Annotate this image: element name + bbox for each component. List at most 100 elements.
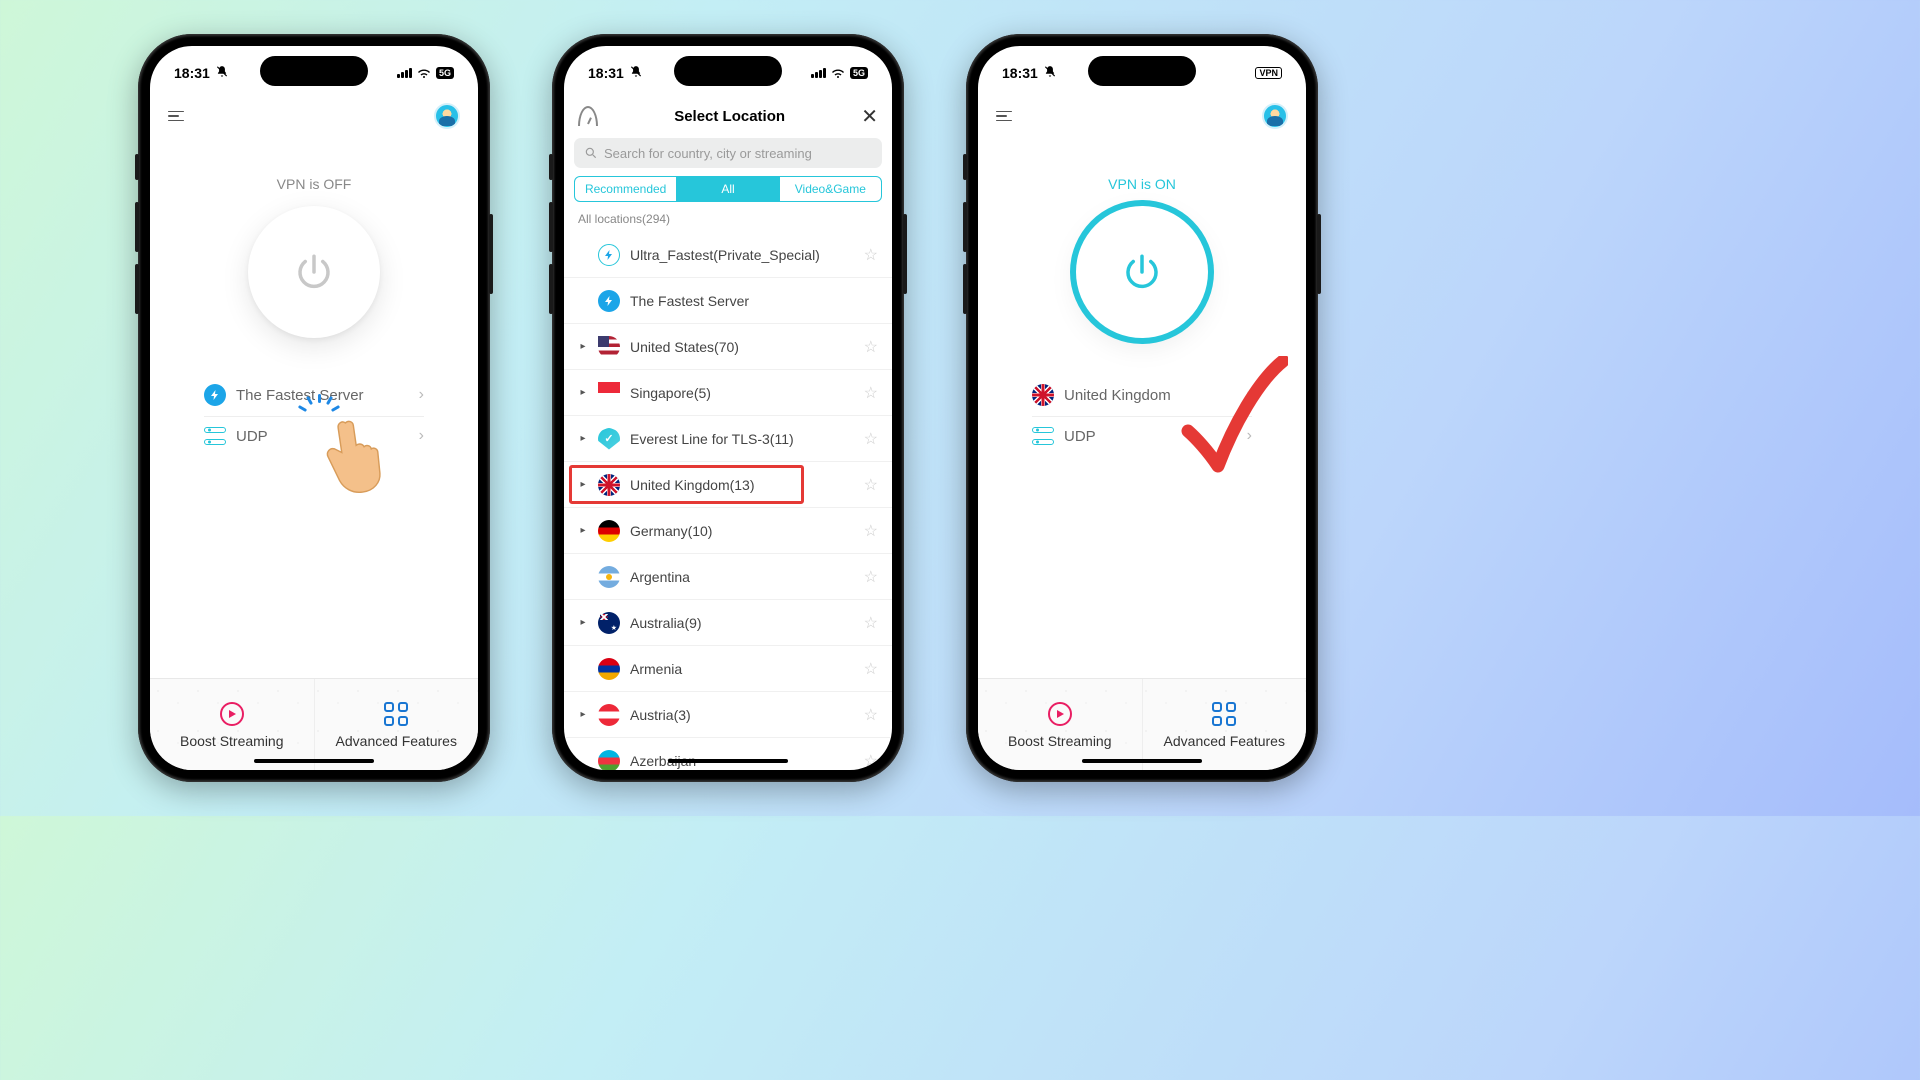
screen-select-location: 18:31 5G Select Location ✕ Search for co… xyxy=(564,46,892,770)
phone-frame-2: 18:31 5G Select Location ✕ Search for co… xyxy=(552,34,904,782)
protocol-icon xyxy=(204,427,226,445)
location-item[interactable]: ▸ Australia(9) ☆ xyxy=(564,600,892,646)
protocol-selector[interactable]: UDP › xyxy=(204,427,424,445)
expand-icon: ▸ xyxy=(578,525,588,536)
menu-icon[interactable] xyxy=(996,108,1012,125)
location-name: Singapore(5) xyxy=(630,385,854,401)
location-item[interactable]: Armenia ☆ xyxy=(564,646,892,692)
dynamic-island xyxy=(1088,56,1196,86)
cellular-icon xyxy=(811,68,826,78)
favorite-star-icon[interactable]: ☆ xyxy=(864,475,878,495)
uk-flag-icon xyxy=(598,474,620,496)
server-label: United Kingdom xyxy=(1064,387,1171,404)
avatar-icon[interactable] xyxy=(1262,103,1288,129)
location-item[interactable]: ▸Everest Line for TLS-3(11)☆ xyxy=(564,416,892,462)
clock-time: 18:31 xyxy=(1002,65,1038,81)
favorite-star-icon[interactable]: ☆ xyxy=(864,521,878,541)
favorite-star-icon[interactable]: ☆ xyxy=(864,567,878,587)
screen-home-off: 18:31 5G VPN is OFF xyxy=(150,46,478,770)
location-name: Australia(9) xyxy=(630,615,854,631)
tab-all[interactable]: All xyxy=(677,177,779,201)
location-name: Argentina xyxy=(630,569,854,585)
tab-recommended[interactable]: Recommended xyxy=(575,177,677,201)
network-badge: 5G xyxy=(436,67,454,79)
de-flag-icon xyxy=(598,520,620,542)
favorite-star-icon[interactable]: ☆ xyxy=(864,429,878,449)
power-button[interactable] xyxy=(248,206,380,338)
location-name: The Fastest Server xyxy=(630,293,878,309)
location-item[interactable]: ▸ Singapore(5) ☆ xyxy=(564,370,892,416)
boost-streaming-button[interactable]: Boost Streaming xyxy=(978,679,1143,770)
advanced-features-button[interactable]: Advanced Features xyxy=(1143,679,1307,770)
location-item[interactable]: ▸Austria(3)☆ xyxy=(564,692,892,738)
location-name: United States(70) xyxy=(630,339,854,355)
uk-flag-icon xyxy=(1032,384,1054,406)
location-item[interactable]: ▸Germany(10)☆ xyxy=(564,508,892,554)
az-flag-icon xyxy=(598,750,620,771)
shield-icon xyxy=(598,428,620,450)
advanced-label: Advanced Features xyxy=(336,733,457,749)
location-item[interactable]: The Fastest Server xyxy=(564,278,892,324)
chevron-right-icon: › xyxy=(419,427,424,445)
close-icon[interactable]: ✕ xyxy=(861,104,878,129)
advanced-features-button[interactable]: Advanced Features xyxy=(315,679,479,770)
search-icon xyxy=(584,146,598,160)
screen-home-on: 18:31 VPN VPN is ON Uni xyxy=(978,46,1306,770)
dynamic-island xyxy=(674,56,782,86)
bottom-toolbar: Boost Streaming Advanced Features xyxy=(978,678,1306,770)
wifi-icon xyxy=(830,67,846,79)
am-flag-icon xyxy=(598,658,620,680)
home-indicator[interactable] xyxy=(1082,759,1202,763)
tab-video-game[interactable]: Video&Game xyxy=(780,177,881,201)
expand-icon: ▸ xyxy=(578,387,588,398)
search-input[interactable]: Search for country, city or streaming xyxy=(574,138,882,168)
favorite-star-icon[interactable]: ☆ xyxy=(864,383,878,403)
location-name: Austria(3) xyxy=(630,707,854,723)
bolt-icon xyxy=(598,290,620,312)
at-flag-icon xyxy=(598,704,620,726)
location-name: Armenia xyxy=(630,661,854,677)
location-item[interactable]: Azerbaijan☆ xyxy=(564,738,892,770)
cellular-icon xyxy=(397,68,412,78)
bottom-toolbar: Boost Streaming Advanced Features xyxy=(150,678,478,770)
favorite-star-icon[interactable]: ☆ xyxy=(864,337,878,357)
location-item[interactable]: Argentina ☆ xyxy=(564,554,892,600)
avatar-icon[interactable] xyxy=(434,103,460,129)
expand-icon: ▸ xyxy=(578,617,588,628)
favorite-star-icon[interactable]: ☆ xyxy=(864,245,878,265)
location-name: Everest Line for TLS-3(11) xyxy=(630,431,854,447)
location-name: Ultra_Fastest(Private_Special) xyxy=(630,247,854,263)
home-indicator[interactable] xyxy=(668,759,788,763)
location-item[interactable]: ▸United States(70)☆ xyxy=(564,324,892,370)
power-icon xyxy=(293,251,335,293)
favorite-star-icon[interactable]: ☆ xyxy=(864,613,878,633)
boost-streaming-button[interactable]: Boost Streaming xyxy=(150,679,315,770)
vpn-status-text: VPN is ON xyxy=(1108,176,1176,192)
expand-icon: ▸ xyxy=(578,479,588,490)
clock-time: 18:31 xyxy=(174,65,210,81)
bolt-icon xyxy=(204,384,226,406)
location-list[interactable]: Ultra_Fastest(Private_Special) ☆ The Faste… xyxy=(564,232,892,770)
favorite-star-icon[interactable]: ☆ xyxy=(864,751,878,771)
special-icon xyxy=(598,244,620,266)
speedtest-icon[interactable] xyxy=(578,106,598,126)
server-selector[interactable]: The Fastest Server › xyxy=(204,378,424,417)
ar-flag-icon xyxy=(598,566,620,588)
location-item[interactable]: Ultra_Fastest(Private_Special) ☆ xyxy=(564,232,892,278)
network-badge: 5G xyxy=(850,67,868,79)
power-button[interactable] xyxy=(1076,206,1208,338)
favorite-star-icon[interactable]: ☆ xyxy=(864,705,878,725)
vpn-status-text: VPN is OFF xyxy=(277,176,352,192)
protocol-icon xyxy=(1032,427,1054,445)
phone-frame-3: 18:31 VPN VPN is ON Uni xyxy=(966,34,1318,782)
menu-icon[interactable] xyxy=(168,108,184,125)
home-indicator[interactable] xyxy=(254,759,374,763)
favorite-star-icon[interactable]: ☆ xyxy=(864,659,878,679)
sg-flag-icon xyxy=(598,382,620,404)
checkmark-icon xyxy=(1178,356,1288,486)
advanced-label: Advanced Features xyxy=(1164,733,1285,749)
clock-time: 18:31 xyxy=(588,65,624,81)
vpn-badge: VPN xyxy=(1255,67,1282,79)
page-title: Select Location xyxy=(674,108,785,125)
location-item[interactable]: ▸United Kingdom(13)☆ xyxy=(564,462,892,508)
